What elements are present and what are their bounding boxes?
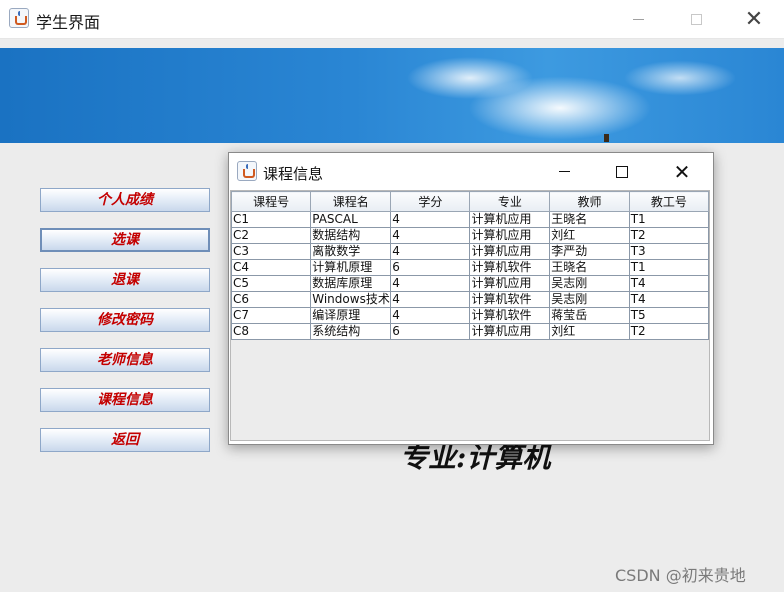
table-cell[interactable]: C2 bbox=[230, 227, 312, 244]
table-cell[interactable]: 编译原理 bbox=[310, 307, 392, 324]
table-cell[interactable]: 计算机应用 bbox=[469, 275, 551, 292]
watermark: CSDN @初来贵地 bbox=[615, 566, 746, 585]
dialog-minimize-button[interactable] bbox=[535, 153, 593, 190]
table-cell[interactable]: T3 bbox=[628, 243, 710, 260]
table-row[interactable]: C5 数据库原理 4 计算机应用 吴志刚 T4 bbox=[230, 275, 710, 292]
table-cell[interactable]: C1 bbox=[230, 211, 312, 228]
table-cell[interactable]: 刘红 bbox=[549, 323, 630, 340]
table-cell[interactable]: T4 bbox=[628, 275, 710, 292]
table-cell[interactable]: 计算机软件 bbox=[469, 259, 551, 276]
maximize-icon bbox=[616, 165, 628, 178]
table-cell[interactable]: T2 bbox=[628, 227, 710, 244]
table-cell[interactable]: 计算机应用 bbox=[469, 323, 551, 340]
table-row[interactable]: C2 数据结构 4 计算机应用 刘红 T2 bbox=[230, 227, 710, 244]
table-cell[interactable]: C5 bbox=[230, 275, 312, 292]
table-row[interactable]: C6 Windows技术 4 计算机软件 吴志刚 T4 bbox=[230, 291, 710, 308]
java-app-icon bbox=[237, 161, 257, 181]
table-cell[interactable]: 离散数学 bbox=[310, 243, 392, 260]
column-header-course-id[interactable]: 课程号 bbox=[230, 191, 312, 212]
table-cell[interactable]: 数据结构 bbox=[310, 227, 392, 244]
table-row[interactable]: C3 离散数学 4 计算机应用 李严劲 T3 bbox=[230, 243, 710, 260]
window-title: 学生界面 bbox=[36, 13, 101, 32]
table-cell[interactable]: 系统结构 bbox=[310, 323, 392, 340]
table-cell[interactable]: 4 bbox=[390, 243, 471, 260]
teacher-info-button[interactable]: 老师信息 bbox=[40, 348, 210, 372]
dialog-close-button[interactable]: ✕ bbox=[653, 153, 711, 190]
close-icon: ✕ bbox=[673, 159, 691, 184]
course-info-dialog: 课程信息 ✕ 课程号 课程名 学分 专业 教师 教工号 C1 PASCAL 4 … bbox=[228, 152, 714, 445]
table-cell[interactable]: C8 bbox=[230, 323, 312, 340]
minimize-button[interactable] bbox=[609, 0, 667, 38]
column-header-teacher-id[interactable]: 教工号 bbox=[628, 191, 710, 212]
table-cell[interactable]: 王晓名 bbox=[549, 211, 630, 228]
table-cell[interactable]: T1 bbox=[628, 259, 710, 276]
table-cell[interactable]: 4 bbox=[390, 227, 471, 244]
table-cell[interactable]: 4 bbox=[390, 291, 471, 308]
table-cell[interactable]: 4 bbox=[390, 211, 471, 228]
close-button[interactable]: ✕ bbox=[725, 0, 783, 38]
table-cell[interactable]: T5 bbox=[628, 307, 710, 324]
table-row[interactable]: C4 计算机原理 6 计算机软件 王晓名 T1 bbox=[230, 259, 710, 276]
close-icon: ✕ bbox=[744, 6, 764, 32]
sky-banner-image bbox=[0, 48, 784, 143]
table-header-row: 课程号 课程名 学分 专业 教师 教工号 bbox=[230, 191, 710, 212]
back-button[interactable]: 返回 bbox=[40, 428, 210, 452]
table-cell[interactable]: 计算机原理 bbox=[310, 259, 392, 276]
table-cell[interactable]: 吴志刚 bbox=[549, 291, 630, 308]
dialog-maximize-button[interactable] bbox=[593, 153, 651, 190]
table-cell[interactable]: T2 bbox=[628, 323, 710, 340]
select-course-button[interactable]: 选课 bbox=[40, 228, 210, 252]
course-info-button[interactable]: 课程信息 bbox=[40, 388, 210, 412]
maximize-icon bbox=[690, 13, 702, 25]
window-titlebar: 学生界面 ✕ bbox=[0, 0, 784, 39]
table-cell[interactable]: 计算机应用 bbox=[469, 211, 551, 228]
minimize-icon bbox=[558, 171, 570, 172]
dialog-title: 课程信息 bbox=[263, 165, 324, 183]
table-cell[interactable]: 吴志刚 bbox=[549, 275, 630, 292]
java-app-icon bbox=[9, 8, 29, 28]
table-row[interactable]: C1 PASCAL 4 计算机应用 王晓名 T1 bbox=[230, 211, 710, 228]
table-cell[interactable]: 4 bbox=[390, 275, 471, 292]
change-password-button[interactable]: 修改密码 bbox=[40, 308, 210, 332]
personal-grades-button[interactable]: 个人成绩 bbox=[40, 188, 210, 212]
table-cell[interactable]: 6 bbox=[390, 259, 471, 276]
table-cell[interactable]: C4 bbox=[230, 259, 312, 276]
table-cell[interactable]: 4 bbox=[390, 307, 471, 324]
table-row[interactable]: C8 系统结构 6 计算机应用 刘红 T2 bbox=[230, 323, 710, 340]
table-cell[interactable]: T4 bbox=[628, 291, 710, 308]
table-cell[interactable]: 6 bbox=[390, 323, 471, 340]
table-cell[interactable]: 王晓名 bbox=[549, 259, 630, 276]
dialog-content: 课程号 课程名 学分 专业 教师 教工号 C1 PASCAL 4 计算机应用 王… bbox=[230, 190, 710, 441]
column-header-major[interactable]: 专业 bbox=[469, 191, 551, 212]
drop-course-button[interactable]: 退课 bbox=[40, 268, 210, 292]
table-cell[interactable]: 计算机软件 bbox=[469, 291, 551, 308]
maximize-button[interactable] bbox=[667, 0, 725, 38]
column-header-credits[interactable]: 学分 bbox=[390, 191, 471, 212]
minimize-icon bbox=[632, 18, 644, 20]
table-cell[interactable]: Windows技术 bbox=[310, 291, 392, 308]
table-cell[interactable]: 刘红 bbox=[549, 227, 630, 244]
course-table: 课程号 课程名 学分 专业 教师 教工号 C1 PASCAL 4 计算机应用 王… bbox=[230, 191, 710, 340]
table-cell[interactable]: 计算机应用 bbox=[469, 243, 551, 260]
table-cell[interactable]: 数据库原理 bbox=[310, 275, 392, 292]
column-header-course-name[interactable]: 课程名 bbox=[310, 191, 392, 212]
dialog-titlebar: 课程信息 ✕ bbox=[229, 153, 713, 190]
table-cell[interactable]: 李严劲 bbox=[549, 243, 630, 260]
table-cell[interactable]: T1 bbox=[628, 211, 710, 228]
table-cell[interactable]: 蒋莹岳 bbox=[549, 307, 630, 324]
table-cell[interactable]: 计算机应用 bbox=[469, 227, 551, 244]
table-cell[interactable]: C3 bbox=[230, 243, 312, 260]
table-cell[interactable]: 计算机软件 bbox=[469, 307, 551, 324]
table-cell[interactable]: PASCAL bbox=[310, 211, 392, 228]
table-cell[interactable]: C6 bbox=[230, 291, 312, 308]
column-header-teacher[interactable]: 教师 bbox=[549, 191, 630, 212]
table-cell[interactable]: C7 bbox=[230, 307, 312, 324]
table-row[interactable]: C7 编译原理 4 计算机软件 蒋莹岳 T5 bbox=[230, 307, 710, 324]
